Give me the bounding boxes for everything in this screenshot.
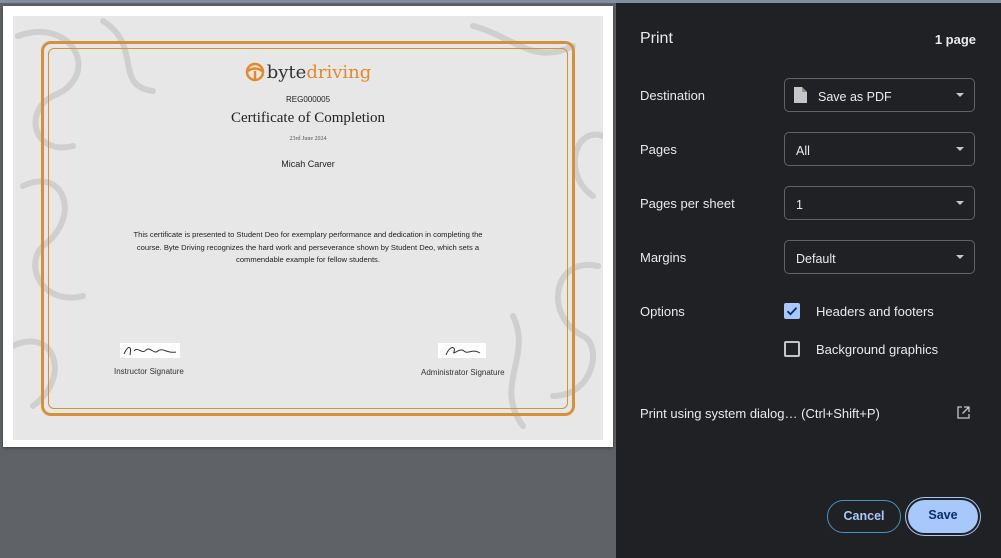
checkmark-icon [786,307,798,316]
destination-select[interactable]: Save as PDF [784,78,975,112]
pages-label: Pages [640,142,677,157]
print-preview-area[interactable]: bytedriving REG000005 Certificate of Com… [0,3,616,558]
certificate-date: 23rd June 2024 [289,136,327,142]
margins-value: Default [796,252,836,266]
document-icon [794,87,807,106]
background-graphics-checkbox[interactable] [784,341,800,357]
background-graphics-label[interactable]: Background graphics [816,342,938,357]
chevron-down-icon [956,201,964,205]
print-title: Print [640,30,673,47]
chevron-down-icon [956,93,964,97]
margins-select[interactable]: Default [784,240,975,274]
logo-text-driving: driving [306,62,372,83]
preview-page: bytedriving REG000005 Certificate of Com… [3,6,613,447]
recipient-name: Micah Carver [281,159,335,169]
instructor-signature [120,343,180,358]
pages-per-sheet-label: Pages per sheet [640,196,735,211]
chevron-down-icon [956,255,964,259]
administrator-signature-label: Administrator Signature [421,368,505,377]
headers-footers-checkbox[interactable] [784,303,800,319]
system-dialog-link[interactable]: Print using system dialog… (Ctrl+Shift+P… [640,406,880,421]
save-button[interactable]: Save [908,500,978,533]
destination-label: Destination [640,88,706,103]
instructor-signature-label: Instructor Signature [114,367,184,376]
certificate-body: This certificate is presented to Student… [133,230,483,264]
byte-driving-logo: bytedriving [13,62,603,87]
logo-text-byte: byte [266,62,307,83]
pages-per-sheet-select[interactable]: 1 [784,186,975,220]
open-external-icon[interactable] [957,406,970,424]
headers-footers-label[interactable]: Headers and footers [816,304,934,319]
administrator-signature [438,343,486,358]
steering-wheel-icon [245,62,265,87]
cancel-button[interactable]: Cancel [827,500,901,533]
registration-number: REG000005 [285,95,331,104]
page-count: 1 page [934,32,976,47]
pages-value: All [796,144,810,158]
print-settings-panel: Print 1 page Destination Save as PDF Pag… [616,3,1001,558]
pages-per-sheet-value: 1 [796,198,803,212]
options-label: Options [640,304,685,319]
certificate-title: Certificate of Completion [230,110,386,126]
destination-value: Save as PDF [818,90,892,104]
certificate: bytedriving REG000005 Certificate of Com… [13,16,603,440]
margins-label: Margins [640,250,687,265]
chevron-down-icon [956,147,964,151]
pages-select[interactable]: All [784,132,975,166]
